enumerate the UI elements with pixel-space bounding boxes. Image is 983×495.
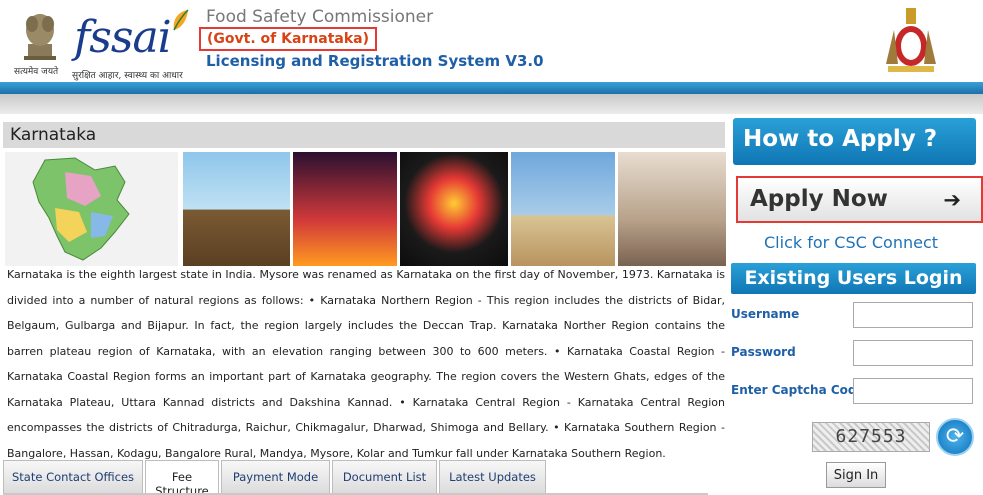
page: सत्यमेव जयते fssai सुरक्षित आहार, स्वास्… bbox=[0, 0, 983, 495]
logo-text: fssai bbox=[74, 12, 172, 63]
dancers-photo bbox=[293, 152, 397, 266]
leaf-icon bbox=[173, 9, 189, 31]
sign-in-button[interactable]: Sign In bbox=[826, 462, 886, 488]
emblem-caption: सत्यमेव जयते bbox=[14, 67, 59, 77]
yakshagana-photo bbox=[400, 152, 508, 266]
refresh-captcha-icon[interactable]: ⟳ bbox=[936, 418, 974, 456]
header-grey-bar bbox=[0, 94, 983, 114]
tab-document-list[interactable]: Document List bbox=[332, 460, 437, 493]
govt-subtitle: (Govt. of Karnataka) bbox=[199, 27, 378, 51]
karnataka-emblem-icon bbox=[886, 8, 936, 72]
header-blue-bar bbox=[0, 82, 983, 94]
captcha-label: Enter Captcha Code bbox=[731, 383, 865, 397]
username-input[interactable] bbox=[853, 302, 973, 328]
fssai-logo: fssai सुरक्षित आहार, स्वास्थ्य का आधार bbox=[72, 6, 197, 81]
arrow-right-icon: ➔ bbox=[943, 188, 961, 212]
csc-connect-link[interactable]: Click for CSC Connect bbox=[764, 233, 938, 252]
info-tabs: State Contact Offices Fee Structure Paym… bbox=[3, 460, 548, 495]
logo-tagline: सुरक्षित आहार, स्वास्थ्य का आधार bbox=[72, 71, 183, 81]
state-description: Karnataka is the eighth largest state in… bbox=[7, 268, 725, 460]
state-title: Karnataka bbox=[3, 122, 725, 148]
how-to-apply-button[interactable]: How to Apply ? bbox=[733, 118, 976, 165]
elephant-photo bbox=[618, 152, 726, 266]
apply-now-button[interactable]: Apply Now ➔ bbox=[736, 176, 983, 223]
tab-latest-updates[interactable]: Latest Updates bbox=[439, 460, 546, 493]
commissioner-title: Food Safety Commissioner bbox=[206, 7, 434, 27]
username-label: Username bbox=[731, 307, 800, 321]
captcha-input[interactable] bbox=[853, 378, 973, 404]
system-title: Licensing and Registration System V3.0 bbox=[206, 52, 544, 70]
header: सत्यमेव जयते fssai सुरक्षित आहार, स्वास्… bbox=[0, 0, 983, 82]
state-info-panel: Karnataka Karnataka is the eighth larges… bbox=[0, 118, 728, 495]
karnataka-map-image bbox=[5, 152, 178, 266]
tab-state-contact-offices[interactable]: State Contact Offices bbox=[3, 460, 143, 493]
temple-photo bbox=[183, 152, 290, 266]
password-label: Password bbox=[731, 345, 796, 359]
password-input[interactable] bbox=[853, 340, 973, 366]
login-title: Existing Users Login bbox=[731, 263, 976, 294]
captcha-image: 627553 bbox=[812, 422, 930, 452]
tab-fee-structure[interactable]: Fee Structure bbox=[145, 460, 219, 495]
tab-payment-mode[interactable]: Payment Mode bbox=[221, 460, 330, 493]
apply-now-label: Apply Now bbox=[750, 186, 888, 212]
gopuram-photo bbox=[511, 152, 615, 266]
